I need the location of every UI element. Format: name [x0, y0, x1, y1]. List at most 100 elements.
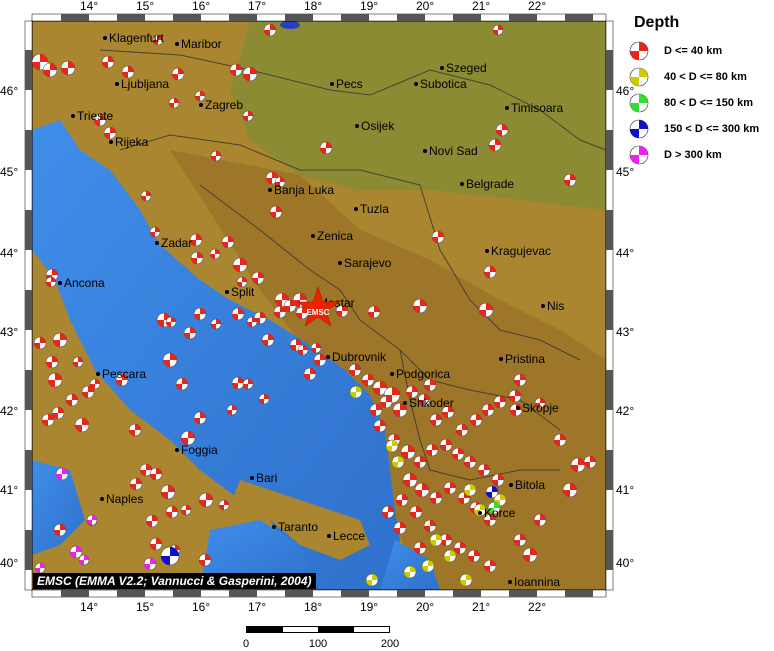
lat-tick: 41° [0, 483, 18, 497]
svg-text:Rijeka: Rijeka [115, 135, 149, 149]
earthquake-beachball [425, 443, 439, 457]
svg-text:Klagenfurt: Klagenfurt [109, 31, 164, 45]
earthquake-beachball [198, 492, 214, 508]
earthquake-beachball [145, 514, 159, 528]
earthquake-beachball [348, 363, 362, 377]
earthquake-beachball [459, 573, 473, 587]
city-ancona: Ancona [58, 276, 105, 290]
svg-text:Sarajevo: Sarajevo [344, 256, 392, 270]
earthquake-beachball [513, 533, 527, 547]
scale-label: 100 [308, 638, 328, 650]
svg-text:Maribor: Maribor [181, 37, 222, 51]
city-ljubljana: Ljubljana [115, 77, 169, 91]
city-szeged: Szeged [440, 61, 487, 75]
earthquake-beachball [429, 413, 443, 427]
city-pescara: Pescara [96, 367, 146, 381]
credit-label: EMSC (EMMA V2.2; Vannucci & Gasperini, 2… [33, 573, 316, 589]
earthquake-beachball [232, 257, 248, 273]
earthquake-beachball [160, 484, 176, 500]
earthquake-beachball [477, 463, 491, 477]
earthquake-beachball [463, 455, 477, 469]
earthquake-beachball [361, 373, 375, 387]
earthquake-beachball [194, 90, 206, 102]
lon-tick: 14° [80, 600, 98, 614]
earthquake-beachball [193, 307, 207, 321]
earthquake-beachball [210, 318, 222, 330]
earthquake-beachball [439, 438, 453, 452]
depth-legend: D <= 40 km 40 < D <= 80 km 80 < D <= 150… [628, 38, 774, 168]
lat-tick: 41° [616, 483, 634, 497]
earthquake-beachball [453, 541, 467, 555]
earthquake-beachball [409, 505, 423, 519]
earthquake-beachball [485, 485, 499, 499]
earthquake-beachball [269, 205, 283, 219]
city-trieste: Trieste [71, 109, 114, 123]
lat-tick: 45° [0, 165, 18, 179]
earthquake-beachball [412, 298, 428, 314]
earthquake-beachball [45, 355, 59, 369]
earthquake-beachball [570, 457, 586, 473]
svg-text:Dubrovnik: Dubrovnik [332, 350, 387, 364]
legend-label: D > 300 km [664, 149, 722, 161]
city-klagenfurt: Klagenfurt [103, 31, 164, 45]
earthquake-beachball [563, 173, 577, 187]
city-rijeka: Rijeka [109, 135, 149, 149]
earthquake-beachball [421, 559, 435, 573]
svg-text:Banja Luka: Banja Luka [274, 183, 334, 197]
city-bitola: Bitola [509, 478, 545, 492]
svg-text:Bitola: Bitola [515, 478, 545, 492]
city-pristina: Pristina [499, 352, 545, 366]
lat-tick: 43° [616, 325, 634, 339]
lat-tick: 40° [616, 556, 634, 570]
city-zenica: Zenica [311, 229, 353, 243]
earthquake-beachball [165, 505, 179, 519]
earthquake-beachball [129, 477, 143, 491]
svg-text:Belgrade: Belgrade [466, 177, 514, 191]
earthquake-beachball [423, 519, 437, 533]
earthquake-beachball [175, 377, 189, 391]
svg-text:Szeged: Szeged [446, 61, 487, 75]
earthquake-beachball [258, 393, 270, 405]
svg-text:Pescara: Pescara [102, 367, 146, 381]
lat-tick: 46° [0, 84, 18, 98]
earthquake-beachball [198, 553, 212, 567]
svg-text:Lecce: Lecce [333, 529, 365, 543]
lon-tick: 17° [248, 0, 266, 13]
earthquake-beachball [160, 546, 180, 566]
svg-text:Pecs: Pecs [336, 77, 363, 91]
earthquake-beachball [193, 411, 207, 425]
earthquake-beachball [483, 559, 497, 573]
city-novi-sad: Novi Sad [423, 144, 478, 158]
svg-text:Ioannina: Ioannina [514, 575, 560, 589]
city-naples: Naples [100, 492, 143, 506]
city-timisoara: Timisoara [505, 101, 564, 115]
earthquake-beachball [180, 504, 192, 516]
earthquake-beachball [413, 455, 427, 469]
earthquake-beachball [392, 402, 408, 418]
earthquake-beachball [86, 514, 98, 526]
earthquake-beachball [365, 573, 379, 587]
earthquake-beachball [229, 63, 243, 77]
earthquake-beachball [467, 549, 481, 563]
lon-tick: 14° [80, 0, 98, 13]
earthquake-beachball [451, 447, 465, 461]
svg-text:Timisoara: Timisoara [511, 101, 564, 115]
earthquake-beachball [69, 545, 83, 559]
city-korce: Korce [478, 506, 516, 520]
svg-text:Nis: Nis [547, 299, 564, 313]
earthquake-beachball [55, 467, 69, 481]
svg-text:Zadar: Zadar [161, 236, 192, 250]
earthquake-beachball [495, 123, 509, 137]
earthquake-beachball [34, 562, 46, 574]
earthquake-beachball [513, 373, 527, 387]
legend-item: D > 300 km [628, 142, 774, 168]
earthquake-beachball [429, 533, 443, 547]
earthquake-beachball [403, 565, 417, 579]
svg-text:EMSC: EMSC [306, 308, 329, 317]
earthquake-beachball [583, 455, 597, 469]
legend-title: Depth [634, 14, 680, 31]
svg-text:Kragujevac: Kragujevac [491, 244, 551, 258]
earthquake-beachball [149, 226, 161, 238]
lon-tick: 22° [528, 0, 546, 13]
earthquake-beachball [443, 481, 457, 495]
